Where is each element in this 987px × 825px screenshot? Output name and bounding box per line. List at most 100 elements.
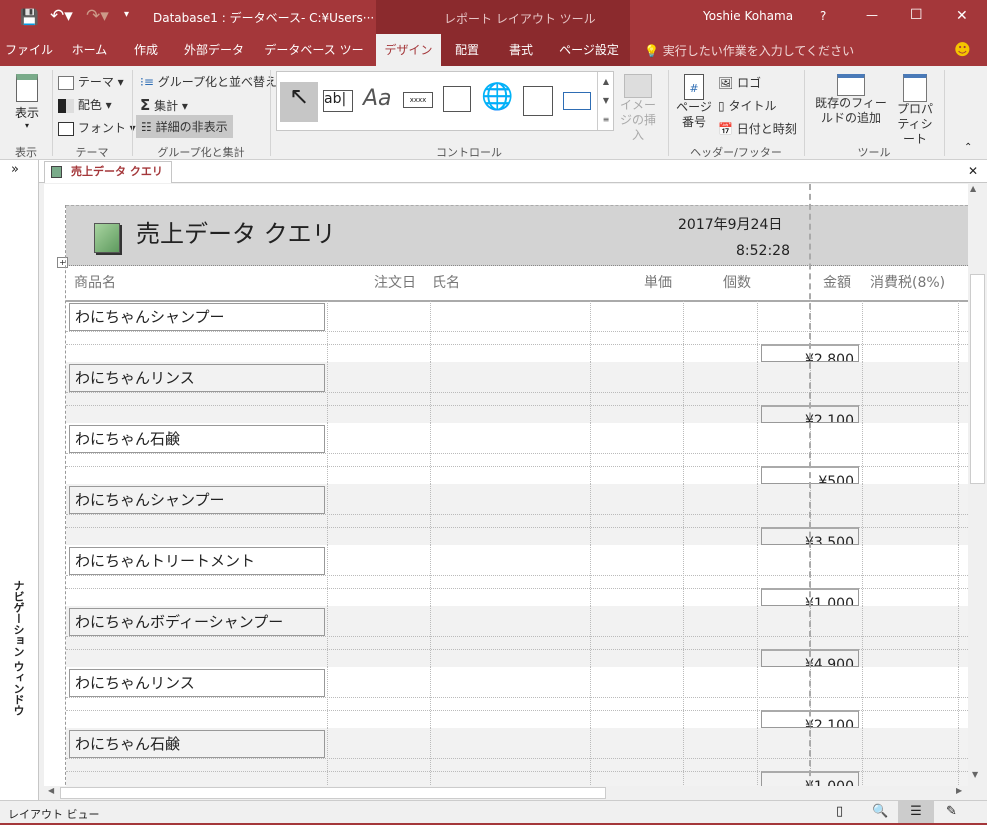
tab-database-tools[interactable]: データベース ツール [260,34,368,89]
tab-file[interactable]: ファイル [0,34,58,66]
report-view-icon[interactable]: ▯ [836,804,843,819]
tab-arrange[interactable]: 配置 [446,34,488,66]
view-icon [16,74,38,102]
column-header-order-date[interactable]: 注文日 [374,272,416,292]
horizontal-scrollbar[interactable]: ◀ ▶ [44,786,968,800]
date-time-button[interactable]: 📅 日付と時刻 [718,120,797,137]
record-row: わにちゃんシャンプー ¥2,800 [66,301,968,362]
tab-create[interactable]: 作成 [122,34,170,66]
label-control-icon[interactable]: Aa [363,86,392,111]
close-doc-button[interactable]: ✕ [968,164,978,178]
button-control-icon[interactable]: xxxx [403,92,433,108]
record-row: わにちゃんシャンプー ¥3,500 [66,484,968,545]
product-name-field[interactable]: わにちゃんシャンプー [69,303,325,331]
product-name-field[interactable]: わにちゃんボディーシャンプー [69,608,325,636]
maximize-button[interactable]: ☐ [910,7,923,23]
tab-page-setup[interactable]: ページ設定 [554,34,624,66]
save-icon[interactable]: 💾 [20,8,39,26]
report-header: 売上データ クエリ 2017年9月24日 8:52:28 [66,205,968,266]
report-icon [51,166,62,178]
record-row: わにちゃんボディーシャンプー ¥4,900 [66,606,968,667]
navigation-pane[interactable]: » ナビゲーション ウィンドウ [0,160,39,800]
textbox-control-icon[interactable]: ab| [323,90,353,112]
record-row: わにちゃん石鹸 ¥500 [66,423,968,484]
report-time[interactable]: 8:52:28 [736,243,790,259]
hide-details-icon: ☷ [141,120,152,134]
totals-button[interactable]: Σ 集計 ▾ [140,96,188,114]
tab-control-icon[interactable] [443,86,471,112]
product-name-field[interactable]: わにちゃんシャンプー [69,486,325,514]
product-name-field[interactable]: わにちゃん石鹸 [69,425,325,453]
group-theme-label: テーマ [75,146,109,159]
smiley-feedback-icon[interactable]: ☻ [954,40,971,59]
font-icon [58,121,74,136]
view-button[interactable]: 表示 ▾ [8,72,46,136]
user-name[interactable]: Yoshie Kohama [703,9,793,23]
logo-button[interactable]: 🖼 ロゴ [718,74,761,91]
insert-image-button: イメージの挿入 [618,74,658,143]
nav-pane-label: ナビゲーション ウィンドウ [12,580,25,716]
logo-icon: 🖼 [718,76,734,90]
report-title[interactable]: 売上データ クエリ [136,214,336,249]
minimize-button[interactable]: — [866,8,878,22]
gallery-scroll[interactable]: ▲ ▼ ≡ [597,72,614,130]
listbox-control-icon[interactable] [523,86,553,116]
product-name-field[interactable]: わにちゃんトリートメント [69,547,325,575]
product-name-field[interactable]: わにちゃん石鹸 [69,730,325,758]
undo-icon[interactable]: ↶▾ [50,6,73,26]
column-header-unit-price[interactable]: 単価 [644,272,672,292]
document-tab-bar: 売上データ クエリ ✕ [0,160,987,183]
group-sort-button[interactable]: ⁝≡ グループ化と並べ替え [140,73,277,90]
hide-details-button[interactable]: ☷ 詳細の非表示 [136,115,233,138]
tab-external-data[interactable]: 外部データ [176,34,252,66]
help-button[interactable]: ? [820,9,826,23]
record-row: わにちゃん石鹸¥1,000 [66,728,968,786]
column-header-amount[interactable]: 金額 [823,272,851,292]
hyperlink-control-icon[interactable]: 🌐 [481,82,513,112]
combobox-control-icon[interactable] [563,92,591,110]
lightbulb-icon: 💡 [644,44,659,58]
group-controls-label: コントロール [436,146,502,159]
layout-view-icon[interactable]: ☰ [898,801,934,823]
expand-nav-button[interactable]: » [11,162,19,177]
column-header-tax[interactable]: 消費税(8%) [870,272,945,292]
window-title: Database1 : データベース- C:¥Users··· [153,11,375,25]
title-icon: ▯ [718,99,725,113]
select-pointer-icon[interactable]: ↖ [280,82,318,122]
print-preview-icon[interactable]: 🔍 [872,804,888,819]
column-header-customer[interactable]: 氏名 [432,272,460,292]
status-bar: レイアウト ビュー ▯ 🔍 ☰ ✎ [0,800,987,825]
group-grouping-label: グループ化と集計 [157,146,245,159]
tell-me-search[interactable]: 💡 実行したい作業を入力してください [644,42,854,59]
tab-home[interactable]: ホーム [62,34,117,66]
design-view-icon[interactable]: ✎ [946,804,957,819]
current-view-label: レイアウト ビュー [8,808,100,821]
tab-format[interactable]: 書式 [498,34,544,66]
collapse-ribbon-icon[interactable]: ⌃ [964,142,972,153]
add-existing-fields-button[interactable]: 既存のフィールドの追加 [810,74,892,126]
theme-button[interactable]: テーマ ▾ [58,73,124,90]
colors-button[interactable]: 配色 ▾ [58,96,112,113]
customize-qat-icon[interactable]: ▾ [124,9,129,20]
doc-tab-sales-query[interactable]: 売上データ クエリ [44,161,172,183]
tab-design[interactable]: デザイン [376,34,441,66]
layout-move-handle-icon[interactable]: + [57,257,68,268]
page-number-button[interactable]: # ページ番号 [676,74,712,130]
report-date[interactable]: 2017年9月24日 [678,214,782,234]
report-icon [94,223,120,253]
controls-gallery: ↖ ab| Aa xxxx 🌐 ▲ ▼ ≡ [276,71,614,131]
product-name-field[interactable]: わにちゃんリンス [69,364,325,392]
close-button[interactable]: ✕ [956,8,968,24]
record-row: わにちゃんリンス ¥2,100 [66,667,968,728]
context-tool-label: レポート レイアウト ツール [444,12,596,26]
record-row: わにちゃんリンス ¥2,100 [66,362,968,423]
doc-tab-label: 売上データ クエリ [71,165,163,178]
fonts-button[interactable]: フォント ▾ [58,119,136,136]
column-header-product[interactable]: 商品名 [74,272,116,292]
column-header-quantity[interactable]: 個数 [723,272,751,292]
vertical-scrollbar[interactable]: ▲ ▼ [968,184,987,786]
product-name-field[interactable]: わにちゃんリンス [69,669,325,697]
property-sheet-button[interactable]: プロパティシート [892,74,938,147]
group-sort-icon: ⁝≡ [140,75,154,89]
title-button[interactable]: ▯ タイトル [718,97,776,114]
